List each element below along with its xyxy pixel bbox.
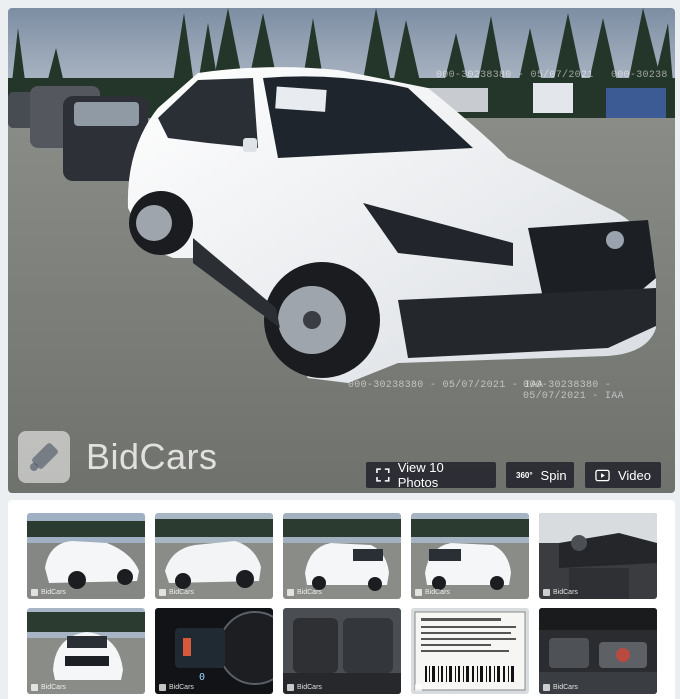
thumbnail-7[interactable]: 0 BidCars: [155, 608, 273, 694]
thumbnail-1[interactable]: BidCars: [27, 513, 145, 599]
spin-360-icon: 360°: [516, 470, 533, 480]
bidcars-logo-icon: [18, 431, 70, 483]
thumbnail-watermark: BidCars: [31, 589, 66, 596]
vehicle-photo-gallery: 000-30238380 - 05/07/2021 000-30238 000-…: [0, 0, 680, 699]
thumbnail-watermark: BidCars: [415, 589, 450, 596]
spin-button[interactable]: 360° Spin: [506, 462, 574, 488]
thumbnail-watermark: BidCars: [31, 684, 66, 691]
thumbnail-watermark: BidCars: [159, 589, 194, 596]
watermark-bottom-left: 000-30238380 - 05/07/2021 - IAA: [348, 380, 544, 391]
thumbnail-watermark: BidCars: [543, 589, 578, 596]
svg-text:0: 0: [199, 672, 205, 683]
thumbnail-watermark: BidCars: [415, 684, 450, 691]
fullscreen-icon: [376, 468, 390, 482]
play-video-icon: [595, 469, 610, 481]
bidcars-watermark: BidCars: [18, 431, 218, 483]
thumbnail-5[interactable]: BidCars: [539, 513, 657, 599]
thumbnail-9[interactable]: BidCars: [411, 608, 529, 694]
watermark-top-right: 000-30238: [611, 70, 668, 81]
thumbnail-watermark: BidCars: [287, 684, 322, 691]
watermark-bottom-right: 000-30238380 - 05/07/2021 - IAA: [523, 380, 624, 402]
thumbnail-watermark: BidCars: [543, 684, 578, 691]
main-vehicle-photo[interactable]: 000-30238380 - 05/07/2021 000-30238 000-…: [8, 8, 675, 493]
thumbnail-10[interactable]: BidCars: [539, 608, 657, 694]
view-photos-button[interactable]: View 10 Photos: [366, 460, 496, 490]
thumbnail-watermark: BidCars: [287, 589, 322, 596]
thumbnail-2[interactable]: BidCars: [155, 513, 273, 599]
video-button[interactable]: Video: [585, 462, 661, 488]
thumbnail-6[interactable]: BidCars: [27, 608, 145, 694]
thumbnail-strip: BidCars BidCars BidCars BidCars BidCars …: [8, 500, 675, 699]
bidcars-wordmark: BidCars: [86, 436, 218, 477]
view-photos-label: View 10 Photos: [397, 460, 444, 490]
spin-label: Spin: [540, 467, 567, 483]
thumbnail-4[interactable]: BidCars: [411, 513, 529, 599]
thumbnail-3[interactable]: BidCars: [283, 513, 401, 599]
thumbnail-8[interactable]: BidCars: [283, 608, 401, 694]
video-label: Video: [617, 467, 651, 483]
watermark-top: 000-30238380 - 05/07/2021: [436, 70, 594, 81]
thumbnail-watermark: BidCars: [159, 684, 194, 691]
